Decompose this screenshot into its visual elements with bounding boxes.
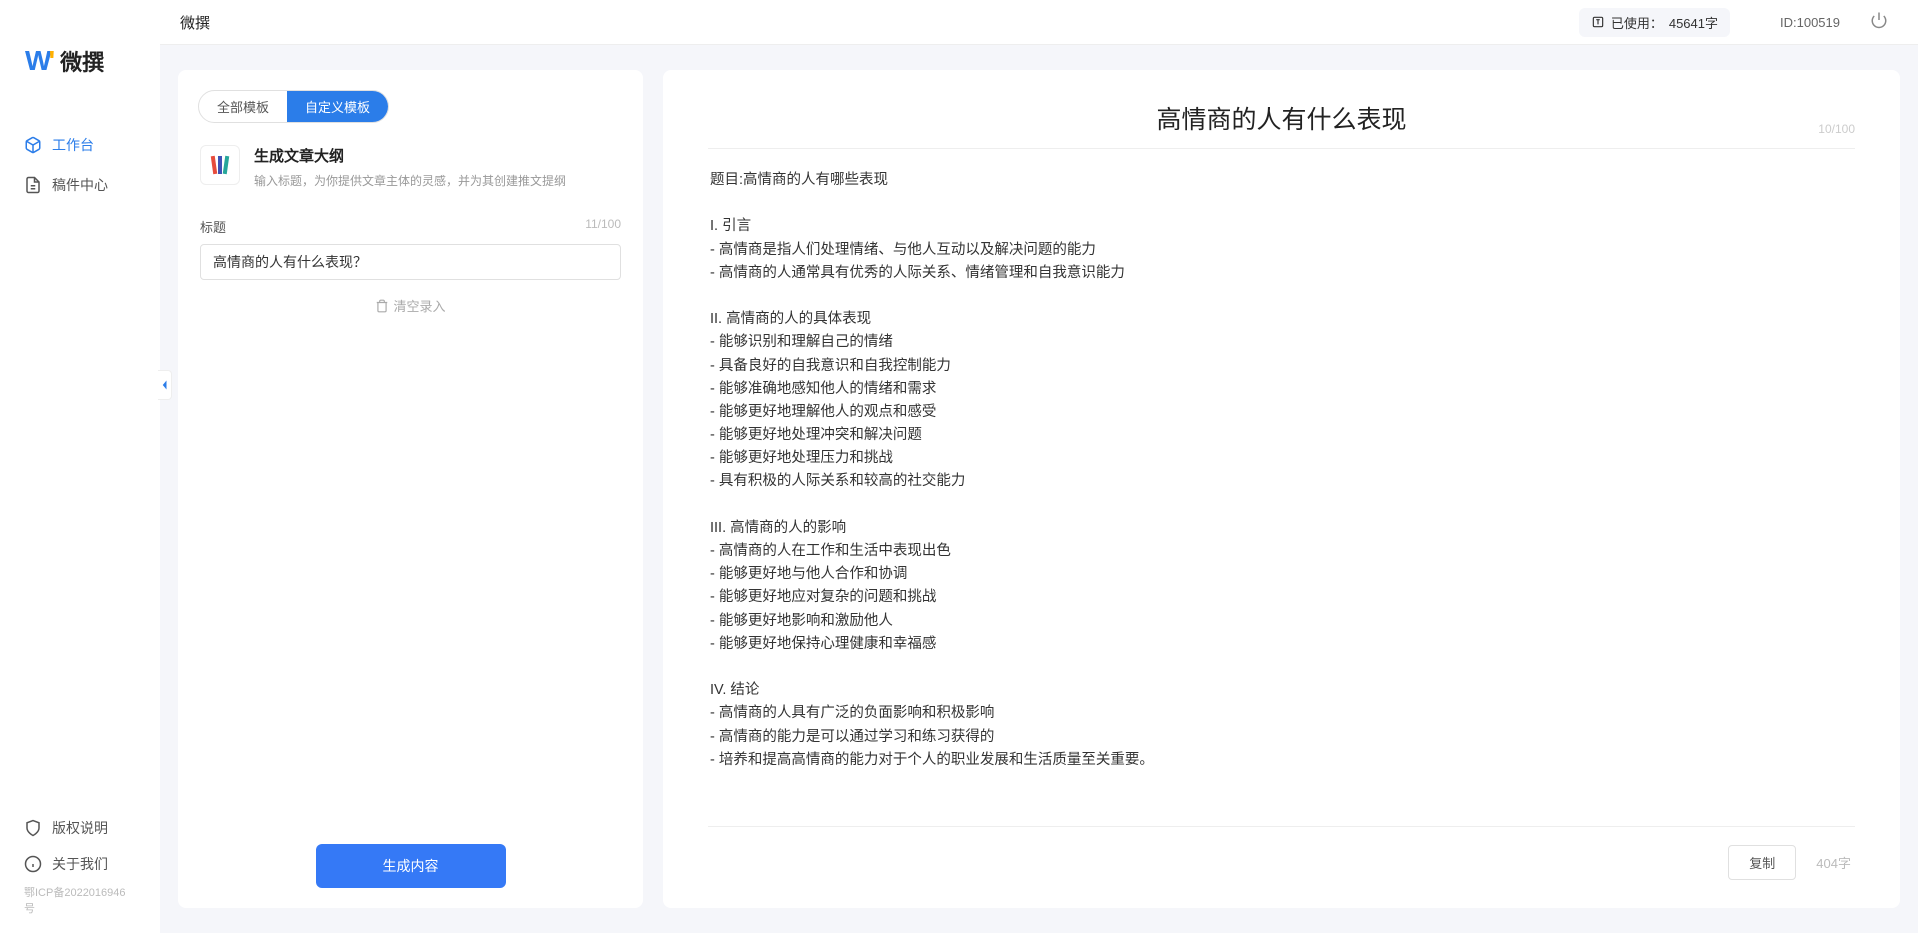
- logout-button[interactable]: [1870, 11, 1888, 34]
- nav-label: 工作台: [52, 135, 94, 155]
- chevron-left-icon: [161, 379, 169, 391]
- usage-value: 45641字: [1669, 13, 1718, 32]
- template-tabs: 全部模板 自定义模板: [178, 70, 643, 123]
- footer-copyright[interactable]: 版权说明: [10, 810, 150, 846]
- tab-custom-templates[interactable]: 自定义模板: [287, 91, 388, 122]
- template-books-icon: [200, 145, 240, 185]
- clear-input-button[interactable]: 清空录入: [200, 280, 621, 315]
- logo-text: 微撰: [60, 45, 104, 77]
- title-char-count: 11/100: [585, 217, 621, 236]
- topbar: 微撰 已使用： 45641字 ID:100519: [160, 0, 1918, 45]
- user-id: ID:100519: [1780, 15, 1840, 30]
- main-area: 微撰 已使用： 45641字 ID:100519 全部模板 自定义模板: [160, 0, 1918, 933]
- template-card: 生成文章大纲 输入标题，为你提供文章主体的灵感，并为其创建推文提纲: [178, 123, 643, 207]
- trash-icon: [375, 299, 389, 313]
- output-body[interactable]: 题目:高情商的人有哪些表现 I. 引言 - 高情商是指人们处理情绪、与他人互动以…: [708, 149, 1855, 826]
- input-panel: 全部模板 自定义模板 生成文章大纲 输入标题，为你提供文章主体的灵感，并为其创建…: [178, 70, 643, 908]
- info-icon: [24, 855, 42, 873]
- footer-label: 关于我们: [52, 854, 108, 874]
- usage-badge[interactable]: 已使用： 45641字: [1579, 8, 1730, 37]
- template-desc: 输入标题，为你提供文章主体的灵感，并为其创建推文提纲: [254, 172, 566, 189]
- template-title: 生成文章大纲: [254, 145, 566, 166]
- document-icon: [24, 176, 42, 194]
- cube-icon: [24, 136, 42, 154]
- clear-label: 清空录入: [393, 296, 445, 315]
- output-title: 高情商的人有什么表现: [758, 100, 1805, 136]
- usage-prefix: 已使用：: [1611, 13, 1663, 32]
- title-label: 标题: [200, 217, 226, 236]
- sidebar-collapse-toggle[interactable]: [158, 370, 172, 400]
- footer-about[interactable]: 关于我们: [10, 846, 150, 882]
- copy-button[interactable]: 复制: [1728, 845, 1796, 880]
- sidebar-footer: 版权说明 关于我们 鄂ICP备2022016946号: [0, 800, 160, 933]
- page-title: 微撰: [180, 12, 210, 33]
- nav-drafts[interactable]: 稿件中心: [10, 167, 150, 203]
- output-panel: 高情商的人有什么表现 10/100 题目:高情商的人有哪些表现 I. 引言 - …: [663, 70, 1900, 908]
- output-word-count: 404字: [1816, 853, 1851, 872]
- sidebar-nav: 工作台 稿件中心: [0, 107, 160, 203]
- tab-all-templates[interactable]: 全部模板: [199, 91, 287, 122]
- panel-container: 全部模板 自定义模板 生成文章大纲 输入标题，为你提供文章主体的灵感，并为其创建…: [160, 45, 1918, 933]
- logo-mark-icon: W': [25, 45, 52, 77]
- title-input[interactable]: [200, 244, 621, 280]
- text-icon: [1591, 15, 1605, 29]
- nav-workbench[interactable]: 工作台: [10, 127, 150, 163]
- footer-label: 版权说明: [52, 818, 108, 838]
- generate-button[interactable]: 生成内容: [316, 844, 506, 888]
- power-icon: [1870, 11, 1888, 29]
- output-title-count: 10/100: [1805, 122, 1855, 136]
- app-logo: W' 微撰: [0, 0, 160, 107]
- icp-text: 鄂ICP备2022016946号: [10, 882, 150, 918]
- sidebar: W' 微撰 工作台 稿件中心 版权说明 关于我们 鄂ICP备2022016946…: [0, 0, 160, 933]
- shield-icon: [24, 819, 42, 837]
- nav-label: 稿件中心: [52, 175, 108, 195]
